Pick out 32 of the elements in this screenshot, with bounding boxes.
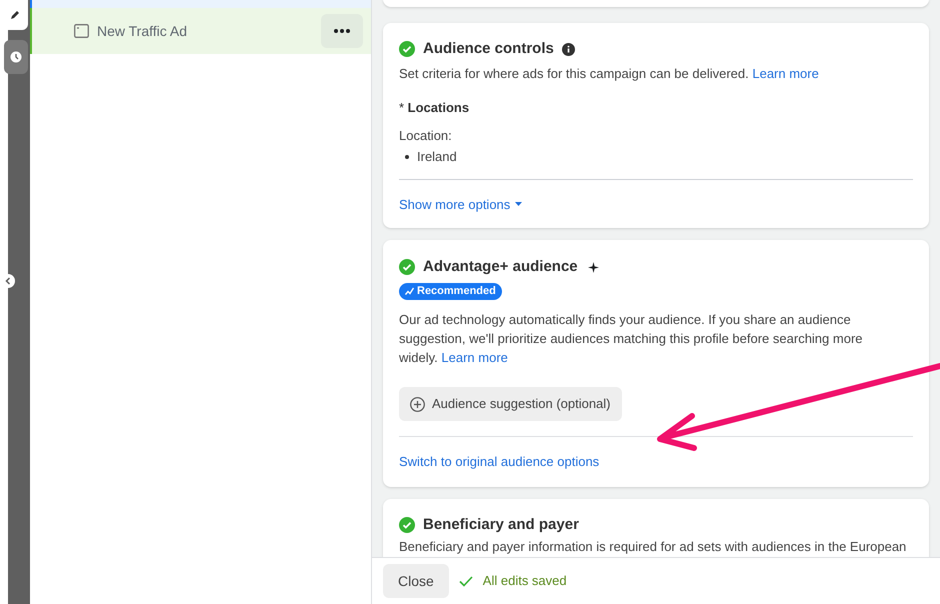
badge-label: Recommended	[417, 284, 496, 299]
bullet-icon	[405, 154, 409, 159]
show-more-options-link[interactable]: Show more options	[399, 194, 522, 214]
check-icon	[458, 576, 473, 586]
clock-icon	[10, 51, 22, 63]
section-description: Beneficiary and payer information is required for ad sets with audiences in the European	[399, 538, 908, 556]
section-description: Our ad technology automatically finds your audience. If you share an audience suggestion, we'll prioritize audiences matching this profile before searching more widely. Learn more	[399, 311, 864, 367]
audience-suggestion-button[interactable]: Audience suggestion (optional)	[399, 387, 622, 421]
more-icon	[334, 29, 350, 33]
section-title: Audience controls	[423, 39, 554, 59]
info-icon	[562, 42, 575, 56]
item-label: New Traffic Ad	[97, 22, 188, 40]
plus-circle-icon	[410, 396, 425, 412]
pencil-icon	[10, 10, 20, 20]
trend-icon	[405, 287, 414, 295]
sidebar-item[interactable]: New Traffic Ad	[30, 8, 371, 54]
history-tab[interactable]	[4, 40, 28, 74]
close-button[interactable]: Close	[383, 564, 449, 598]
learn-more-link[interactable]: Learn more	[752, 66, 819, 80]
section-title: Beneficiary and payer	[423, 514, 579, 534]
sparkle-icon	[588, 262, 599, 273]
switch-audience-link[interactable]: Switch to original audience options	[399, 452, 600, 472]
field-label: *Locations	[399, 99, 470, 117]
ad-icon	[74, 24, 89, 38]
more-button[interactable]	[321, 14, 363, 48]
location-label: Location:	[399, 126, 453, 144]
save-status: All edits saved	[482, 572, 567, 590]
location-value: Ireland	[417, 148, 457, 166]
caret-icon	[515, 202, 522, 206]
section-title: Advantage+ audience	[423, 257, 578, 277]
learn-more-link[interactable]: Learn more	[441, 350, 508, 365]
section-description: Set criteria for where ads for this campaign can be delivered. Learn more	[399, 64, 820, 83]
